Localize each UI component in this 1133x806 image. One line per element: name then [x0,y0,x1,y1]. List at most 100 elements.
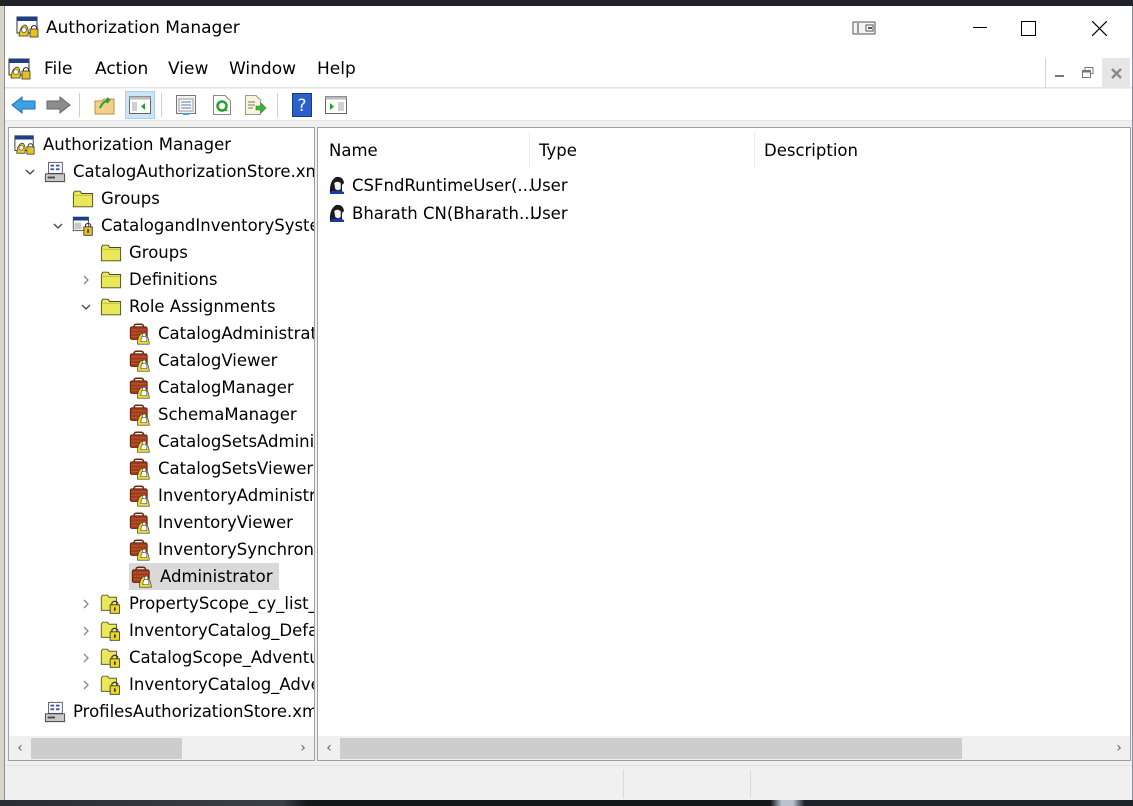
menu-file[interactable]: File [44,59,72,79]
export-list-button[interactable] [241,91,271,119]
list-item-type: User [530,203,568,223]
tree-item[interactable]: SchemaManager [107,401,300,428]
scroll-right-button[interactable]: › [1108,736,1130,760]
menu-window[interactable]: Window [229,59,296,79]
tree-item[interactable]: Role Assignments [78,293,279,320]
tree-item[interactable]: CatalogManager [107,374,297,401]
tree-item[interactable]: ProfilesAuthorizationStore.xml [22,698,314,725]
close-button[interactable] [1076,6,1122,50]
scroll-left-button[interactable]: ‹ [318,736,340,760]
tree-item-label: Role Assignments [129,297,276,316]
authorization-manager-app-icon[interactable] [16,16,40,38]
tree-item[interactable]: Definitions [78,266,221,293]
tree-item-label: InventoryCatalog_Default [129,621,314,640]
folder-icon [100,269,122,291]
menu-bar: File Action View Window Help [5,50,1132,88]
column-header-name[interactable]: Name [329,141,378,160]
list-header: Name Type Description [318,128,1130,168]
minimize-button[interactable] [957,6,1003,50]
tree-item[interactable]: Administrator [107,563,280,590]
document-close-button[interactable] [1102,58,1130,88]
user-icon [328,175,346,195]
role-icon [131,566,153,588]
help-icon: ? [292,93,312,117]
chevron-right-icon[interactable] [78,677,94,693]
scroll-left-button[interactable]: ‹ [9,736,31,760]
export-list-icon [245,95,267,115]
title-bar: Authorization Manager [5,6,1132,50]
chevron-down-icon[interactable] [78,299,94,315]
close-icon [1110,67,1122,79]
column-divider[interactable] [754,132,755,168]
list-item[interactable]: Bharath CN(Bharath.... User [328,199,568,227]
tree-item[interactable]: CatalogScope_Adventure [78,644,314,671]
folder-up-icon [94,97,115,115]
column-header-description[interactable]: Description [764,141,858,160]
help-button[interactable]: ? [287,91,317,119]
user-icon [328,203,346,223]
chevron-right-icon[interactable] [78,650,94,666]
tree-item[interactable]: Groups [50,185,163,212]
tree-item[interactable]: PropertyScope_cy_list_p [78,590,315,617]
list-item-type: User [530,175,568,195]
column-divider[interactable] [529,132,530,168]
snap-assist-button[interactable] [841,6,887,50]
tree-item[interactable]: Groups [78,239,191,266]
tree-item[interactable]: Authorization Manager [14,131,234,158]
properties-button[interactable] [171,91,201,119]
tree-horizontal-scrollbar[interactable]: ‹ › [9,736,314,760]
tree-item-label: CatalogAuthorizationStore.xml [73,162,315,181]
document-restore-button[interactable] [1074,58,1102,88]
tree-item-label: PropertyScope_cy_list_p [129,594,315,613]
tree-item[interactable]: CatalogandInventorySystem [50,212,314,239]
document-minimize-button[interactable] [1046,58,1074,88]
tree-item[interactable]: CatalogAuthorizationStore.xml [22,158,315,185]
menu-action[interactable]: Action [95,59,148,79]
up-one-level-button[interactable] [90,91,120,119]
scroll-right-button[interactable]: › [292,736,314,760]
refresh-button[interactable] [207,91,237,119]
menu-help[interactable]: Help [317,59,356,79]
chevron-right-icon[interactable] [78,623,94,639]
forward-arrow-icon [46,95,71,115]
tree-item-label: InventorySynchronization [158,540,315,559]
status-bar [5,765,1132,800]
tree-item[interactable]: InventoryAdministrator [107,482,314,509]
show-hide-action-pane-button[interactable] [321,91,351,119]
list-scroll-thumb[interactable] [340,738,963,759]
tree-item[interactable]: CatalogViewer [107,347,280,374]
tree-item-label: InventoryViewer [158,513,293,532]
tree-scroll-thumb[interactable] [31,738,183,759]
tree-item-label: CatalogSetsAdministrator [158,432,315,451]
chevron-right-icon[interactable] [78,272,94,288]
forward-button[interactable] [43,91,73,119]
tree-item[interactable]: InventorySynchronization [107,536,315,563]
list-horizontal-scrollbar[interactable]: ‹ › [318,736,1130,760]
chevron-down-icon[interactable] [50,218,66,234]
tree-item[interactable]: CatalogSetsAdministrator [107,428,315,455]
chevron-right-icon[interactable] [78,596,94,612]
list-item[interactable]: CSFndRuntimeUser(... User [328,171,568,199]
show-hide-console-tree-button[interactable] [125,91,155,119]
tree-item[interactable]: InventoryCatalog_Adventure [78,671,314,698]
tree-item[interactable]: InventoryCatalog_Default [78,617,314,644]
tree-item[interactable]: CatalogAdministrator [107,320,314,347]
tree-item-label: Groups [101,189,160,208]
tree-item[interactable]: CatalogSetsViewer [107,455,314,482]
maximize-button[interactable] [1005,6,1051,50]
refresh-icon [213,95,231,115]
document-system-menu-icon[interactable] [8,58,32,80]
chevron-down-icon[interactable] [22,164,38,180]
menu-view[interactable]: View [168,59,208,79]
tree-item[interactable]: InventoryViewer [107,509,296,536]
back-button[interactable] [9,91,39,119]
minimize-icon [973,27,987,28]
column-header-type[interactable]: Type [539,141,577,160]
